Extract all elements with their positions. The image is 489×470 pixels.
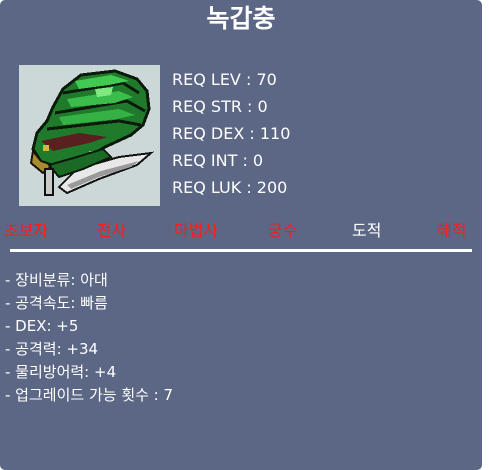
req-str: REQ STR : 0 [172,97,268,116]
item-icon-frame [19,65,160,206]
job-class-list: 초보자 전사 마법사 궁수 도적 해적 [0,220,482,242]
item-stat-list: - 장비분류: 아대 - 공격속도: 빠름 - DEX: +5 - 공격력: +… [5,269,173,407]
job-thief: 도적 [352,221,382,240]
stat-attack-power: - 공격력: +34 [5,340,99,358]
req-luk: REQ LUK : 200 [172,178,288,197]
section-divider [10,249,472,252]
green-armored-gauntlet-icon [29,69,155,196]
job-warrior: 전사 [97,221,127,240]
stat-equipment-type: - 장비분류: 아대 [5,271,108,289]
stat-upgrade-slots: - 업그레이드 가능 횟수 : 7 [5,386,174,404]
job-beginner: 초보자 [4,221,49,240]
stat-attack-speed: - 공격속도: 빠름 [5,294,108,312]
requirement-list: REQ LEV : 70 REQ STR : 0 REQ DEX : 110 R… [172,66,290,201]
job-bowman: 궁수 [268,221,298,240]
item-tooltip: 녹갑충 REQ LEV: 70 REQ STR: 0 REQ DEX: 1… [0,0,482,470]
job-pirate: 해적 [437,221,467,240]
item-name: 녹갑충 [206,4,276,33]
stat-physical-defense: - 물리방어력: +4 [5,363,117,381]
stat-dex: - DEX: +5 [5,317,79,335]
job-magician: 마법사 [174,221,219,240]
req-level: REQ LEV : 70 [172,70,277,89]
req-int: REQ INT : 0 [172,151,264,170]
req-dex: REQ DEX : 110 [172,124,291,143]
